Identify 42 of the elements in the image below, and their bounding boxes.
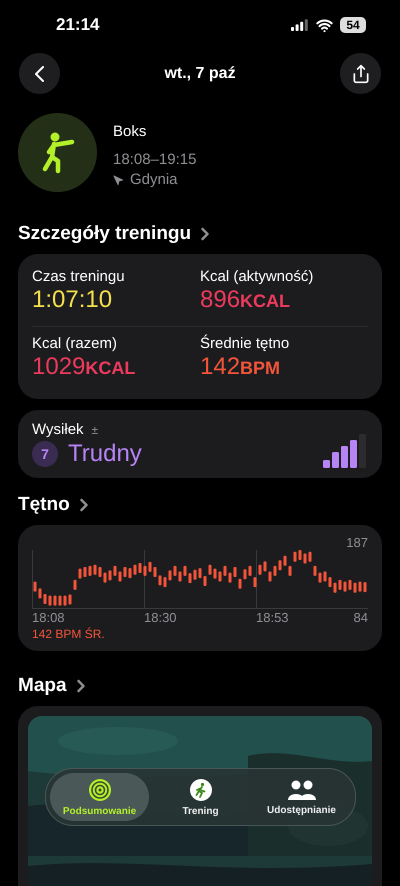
heart-rate-card[interactable]: 187 18:08 18:30 18:53 84 142 BPM ŚR.: [18, 524, 382, 650]
workout-location: Gdynia: [130, 170, 178, 190]
metric-label: Kcal (aktywność): [200, 268, 314, 286]
workout-name: Boks: [113, 123, 148, 140]
people-icon: [286, 778, 316, 800]
average-heart-rate: 142 BPM ŚR.: [32, 626, 106, 640]
map-card[interactable]: Podsumowanie Trening Udostępnianie: [18, 706, 382, 886]
metric-value: 1:07:10: [32, 285, 114, 316]
x-axis-label: 18:08: [32, 610, 66, 624]
back-icon: [35, 66, 44, 82]
section-link[interactable]: Szczegóły treningu: [18, 223, 216, 246]
status-time: 21:14: [56, 15, 100, 36]
section-link[interactable]: Tętno: [18, 494, 94, 516]
rings-icon: [88, 778, 112, 802]
screen-title: wt., 7 paź: [164, 64, 236, 83]
share-button[interactable]: [340, 53, 381, 94]
x-axis-label: 18:53: [256, 610, 289, 624]
effort-rating: Trudny: [68, 440, 142, 468]
effort-card[interactable]: Wysiłek ± 7 Trudny: [18, 410, 382, 478]
effort-score: 7: [32, 441, 58, 468]
tab[interactable]: Trening: [151, 773, 250, 821]
metric-value: 896KCAL: [200, 285, 292, 316]
workout-time: 18:08–19:15: [113, 150, 196, 170]
section-link[interactable]: Mapa: [18, 675, 91, 697]
metric-value: 1029KCAL: [32, 352, 136, 382]
x-axis-label: 18:30: [144, 610, 178, 624]
metric-value: 142BPM: [200, 352, 282, 382]
metric-label: Czas treningu: [32, 268, 126, 286]
share-icon: [350, 64, 370, 84]
metric-label: Średnie tętno: [200, 335, 290, 352]
wifi-icon: [316, 16, 333, 34]
metric-label: Kcal (razem): [32, 335, 118, 352]
back-button[interactable]: [19, 53, 60, 94]
tab[interactable]: Podsumowanie: [50, 773, 149, 821]
battery-level: 54: [340, 17, 366, 34]
adjust-symbol: ±: [92, 422, 98, 437]
runner-icon: [188, 778, 212, 802]
effort-label: Wysiłek: [32, 421, 84, 438]
signal-icon: [291, 19, 309, 32]
location-icon: [113, 174, 124, 186]
y-axis-label: 187: [346, 534, 368, 550]
y-axis-label: 84: [354, 610, 368, 624]
